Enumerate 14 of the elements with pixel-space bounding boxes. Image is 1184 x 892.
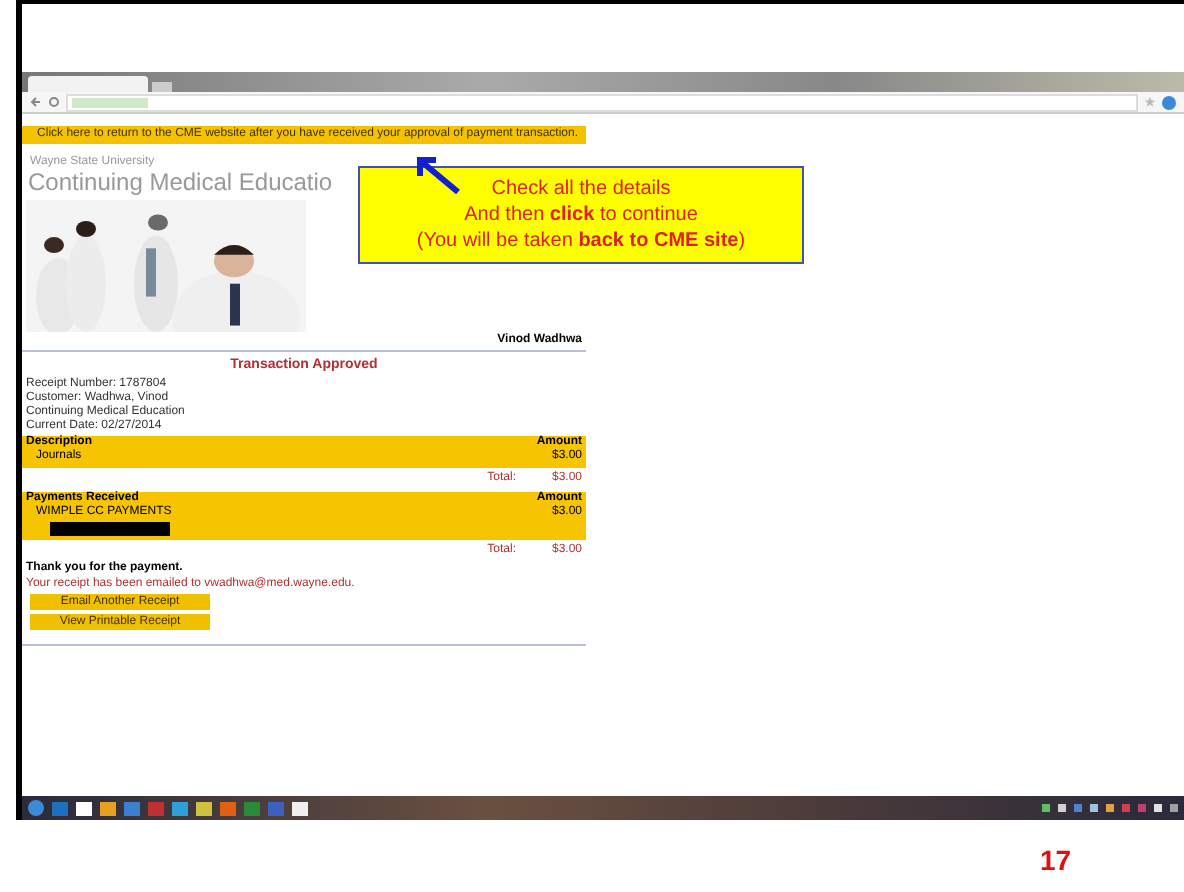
site-title: Continuing Medical Educatio [28, 168, 333, 196]
star-icon[interactable] [1144, 96, 1156, 108]
pointer-arrow [414, 154, 462, 194]
extension-icon[interactable] [1162, 95, 1176, 109]
secure-badge [72, 97, 148, 107]
reload-icon[interactable] [48, 96, 60, 108]
address-field[interactable] [66, 93, 1138, 111]
start-button[interactable] [28, 800, 44, 816]
callout-line: And then click to continue [462, 202, 700, 228]
callout-line: (You will be taken back to CME site) [414, 228, 748, 254]
redaction-bar [50, 522, 170, 536]
slide-number: 17 [1040, 844, 1074, 876]
back-icon[interactable] [30, 96, 42, 108]
callout-line: Check all the details [489, 176, 673, 202]
